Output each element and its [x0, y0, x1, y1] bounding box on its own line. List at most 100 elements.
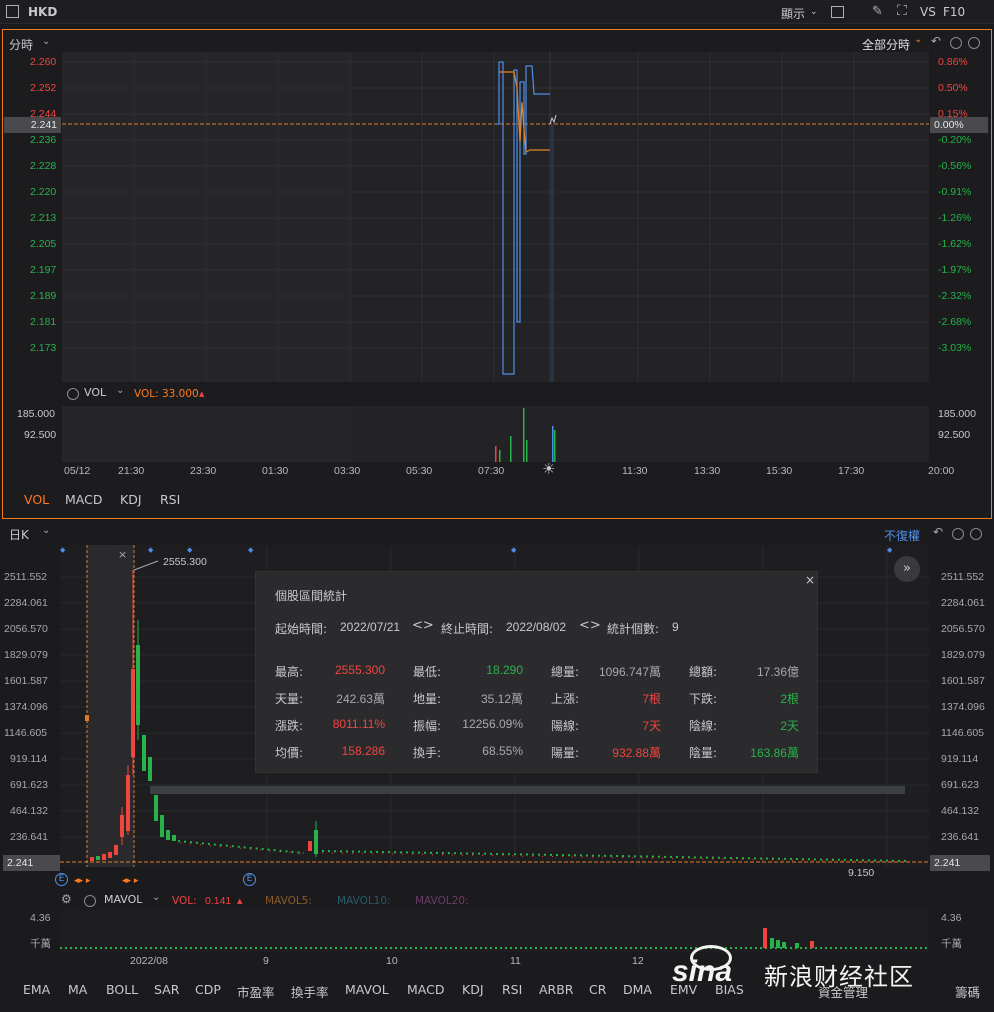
tab-arbr[interactable]: ARBR — [539, 982, 574, 997]
stat-value: 2555.300 — [334, 663, 385, 677]
period-selector[interactable]: 日K — [9, 526, 29, 543]
vol-indicator-name[interactable]: MAVOL — [104, 893, 142, 906]
range-handle-icon[interactable]: ◂▸ ▸ — [74, 876, 90, 886]
settings-icon[interactable]: ⚙ — [61, 892, 72, 906]
triangle-up-icon: ▲ — [237, 897, 243, 905]
range-selector[interactable]: 全部分時 — [862, 36, 910, 53]
f10-button[interactable]: F10 — [943, 5, 965, 19]
adjust-selector[interactable]: 不復權 — [884, 527, 920, 544]
stat-value: 8011.11% — [332, 717, 385, 731]
stat-label: 下跌: — [689, 692, 718, 706]
y-pct-label: -0.91% — [938, 186, 972, 198]
stat-value: 2天 — [780, 719, 799, 733]
range-handle-icon[interactable]: ◂▸ ▸ — [122, 876, 138, 886]
event-dot[interactable]: ◆ — [887, 546, 892, 554]
tab-ma[interactable]: MA — [68, 982, 87, 997]
fullscreen-icon[interactable]: ⛶ — [897, 3, 907, 19]
layout-icon[interactable] — [831, 6, 844, 18]
tab-sar[interactable]: SAR — [154, 982, 179, 997]
y-label: 2056.570 — [941, 623, 985, 635]
vs-button[interactable]: VS — [920, 5, 936, 19]
zoom-out-icon[interactable] — [952, 528, 964, 540]
event-dot[interactable]: ◆ — [60, 546, 65, 554]
x-label: 01:30 — [262, 465, 289, 477]
end-time-label: 終止時間: — [441, 622, 494, 636]
sidebar-toggle-icon[interactable] — [6, 5, 19, 18]
period-selector[interactable]: 分時 — [9, 36, 33, 53]
vol-indicator-name[interactable]: VOL — [84, 386, 106, 399]
event-e-icon[interactable]: E — [243, 873, 256, 886]
x-label: 2022/08 — [130, 955, 168, 967]
y-label: 2.205 — [30, 238, 57, 250]
end-time-stepper-icon[interactable]: <> — [579, 618, 601, 633]
tab-mavol[interactable]: MAVOL — [345, 982, 389, 997]
start-time-stepper-icon[interactable]: <> — [412, 618, 434, 633]
tab-macd[interactable]: MACD — [407, 982, 444, 997]
vol-value: 0.141 — [205, 895, 232, 907]
tab-pe[interactable]: 市盈率 — [237, 982, 275, 1001]
y-label: 236.641 — [10, 831, 48, 843]
event-dot[interactable]: ◆ — [187, 546, 192, 554]
close-indicator-icon[interactable] — [84, 895, 96, 907]
tab-turnover[interactable]: 換手率 — [291, 982, 329, 1001]
stat-value: 2根 — [780, 692, 799, 706]
event-dot[interactable]: ◆ — [511, 546, 516, 554]
chevron-down-icon[interactable]: ⌄ — [42, 36, 50, 47]
start-time-label: 起始時間: — [275, 622, 328, 636]
chevron-down-icon[interactable]: ⌄ — [116, 385, 124, 396]
undo-icon[interactable]: ↶ — [931, 34, 941, 48]
tab-rsi[interactable]: RSI — [502, 982, 522, 997]
stat-value: 932.88萬 — [612, 746, 661, 760]
mavol5-label: MAVOL5: — [265, 895, 312, 907]
y-label: 1374.096 — [941, 701, 985, 713]
stat-value: 1096.747萬 — [598, 665, 661, 679]
vol-unit-left: 千萬 — [30, 938, 51, 950]
tab-boll[interactable]: BOLL — [106, 982, 138, 997]
event-e-icon[interactable]: E — [55, 873, 68, 886]
x-label: 10 — [386, 955, 398, 967]
tab-kdj[interactable]: KDJ — [120, 492, 142, 507]
close-range-icon[interactable]: × — [118, 548, 127, 561]
tab-rsi[interactable]: RSI — [160, 492, 180, 507]
y-label: 2.213 — [30, 212, 57, 224]
y-label: 1829.079 — [941, 649, 985, 661]
x-label: 23:30 — [190, 465, 217, 477]
tab-vol[interactable]: VOL — [24, 492, 49, 507]
tab-macd[interactable]: MACD — [65, 492, 102, 507]
y-label: 2.173 — [30, 342, 57, 354]
tab-ema[interactable]: EMA — [23, 982, 50, 997]
y-label: 1374.096 — [4, 701, 48, 713]
y-pct-label: 0.86% — [938, 56, 968, 68]
undo-icon[interactable]: ↶ — [933, 525, 943, 539]
tab-kdj[interactable]: KDJ — [462, 982, 484, 997]
close-indicator-icon[interactable] — [67, 388, 79, 400]
y-pct-label: -3.03% — [938, 342, 972, 354]
popup-close-icon[interactable]: × — [805, 573, 815, 587]
symbol-title: HKD — [28, 5, 58, 19]
zoom-out-icon[interactable] — [950, 37, 962, 49]
event-dot[interactable]: ◆ — [148, 546, 153, 554]
tab-cdp[interactable]: CDP — [195, 982, 221, 997]
tab-cr[interactable]: CR — [589, 982, 606, 997]
x-label: 03:30 — [334, 465, 361, 477]
y-label: 919.114 — [941, 753, 979, 765]
event-dot[interactable]: ◆ — [248, 546, 253, 554]
tab-dma[interactable]: DMA — [623, 982, 652, 997]
chevron-down-icon[interactable]: ⌄ — [152, 892, 160, 903]
vol-level-left: 92.500 — [24, 429, 57, 441]
x-label: 11:30 — [622, 465, 648, 477]
zoom-in-icon[interactable] — [970, 528, 982, 540]
zoom-in-icon[interactable] — [968, 37, 980, 49]
high-marker: 2555.300 — [163, 556, 207, 568]
chevron-down-icon[interactable]: ⌄ — [42, 525, 50, 536]
pen-icon[interactable]: ✎ — [872, 4, 883, 19]
display-menu[interactable]: 顯示 — [781, 5, 805, 22]
expand-icon[interactable]: » — [894, 556, 920, 582]
popup-title: 個股區間統計 — [275, 589, 348, 603]
y-label: 236.641 — [941, 831, 979, 843]
stat-value: 17.36億 — [756, 665, 799, 679]
y-label: 2.181 — [30, 316, 57, 328]
y-label: 1146.605 — [4, 727, 48, 739]
y-label: 2284.061 — [941, 597, 985, 609]
chevron-down-icon[interactable]: ⌄ — [914, 34, 922, 45]
